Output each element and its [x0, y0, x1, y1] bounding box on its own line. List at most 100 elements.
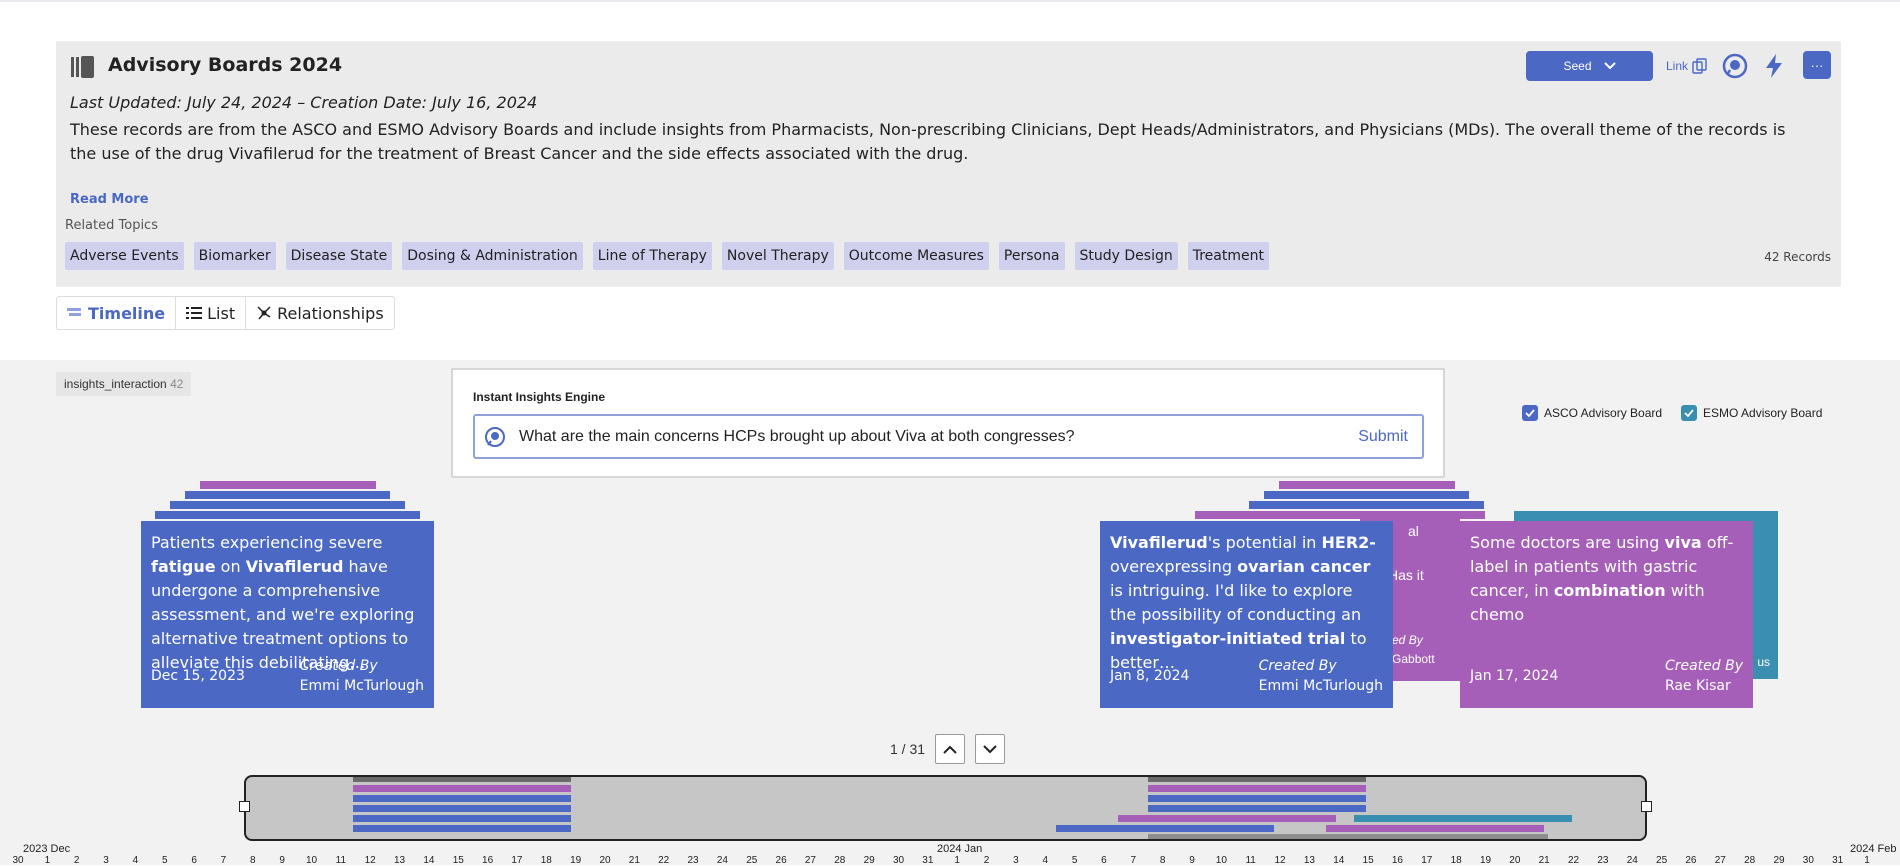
- axis-tick-label: 18: [540, 855, 552, 866]
- record-dates: Last Updated: July 24, 2024 – Creation D…: [70, 93, 538, 112]
- overview-bar: [1148, 795, 1366, 802]
- axis-tick-label: 6: [191, 855, 197, 866]
- previous-page-button[interactable]: [935, 734, 966, 764]
- topic-chip[interactable]: Biomarker: [193, 242, 276, 270]
- insight-creator: Created By Emmi McTurlough: [300, 656, 424, 696]
- axis-tick-label: 26: [775, 855, 787, 866]
- axis-tick-label: 24: [716, 855, 728, 866]
- axis-tick-label: 7: [1130, 855, 1137, 866]
- legend-label: ESMO Advisory Board: [1703, 406, 1823, 420]
- tab-timeline[interactable]: Timeline: [57, 297, 177, 329]
- topic-chip[interactable]: Outcome Measures: [843, 242, 989, 270]
- overview-bar: [353, 777, 571, 782]
- legend-item-asco[interactable]: ASCO Advisory Board: [1522, 405, 1662, 421]
- topic-chip[interactable]: Dosing & Administration: [402, 242, 583, 270]
- checkbox-checked-icon[interactable]: [1522, 405, 1538, 421]
- axis-tick-label: 24: [1626, 855, 1638, 866]
- stack-bar: [1264, 491, 1469, 499]
- seed-dropdown-button[interactable]: Seed: [1526, 51, 1653, 81]
- overview-bar: [1326, 825, 1544, 832]
- axis-tick-label: 28: [834, 855, 846, 866]
- link-copy-button[interactable]: Link: [1666, 58, 1708, 74]
- tab-relationships[interactable]: Relationships: [246, 297, 394, 329]
- axis-tick-label: 20: [1509, 855, 1521, 866]
- axis-tick-label: 22: [1567, 855, 1580, 866]
- overview-bar: [353, 785, 571, 792]
- topic-chip[interactable]: Persona: [998, 242, 1065, 270]
- stack-bar: [185, 491, 390, 499]
- collection-badge: insights_interaction 42: [56, 372, 192, 396]
- axis-tick-label: 23: [687, 855, 699, 866]
- created-by-label: Created By: [1258, 658, 1337, 674]
- axis-tick-label: 10: [305, 855, 318, 866]
- axis-tick-label: 10: [1215, 855, 1227, 866]
- more-options-button[interactable]: ···: [1803, 51, 1831, 79]
- axis-tick-label: 1: [44, 855, 51, 866]
- collection-header-card: Advisory Boards 2024 Last Updated: July …: [56, 41, 1841, 287]
- records-count: 42 Records: [1764, 250, 1831, 264]
- creator-name: Rae Kisar: [1664, 678, 1731, 694]
- related-topics-list: Adverse Events Biomarker Disease State D…: [65, 242, 1269, 270]
- topic-chip[interactable]: Treatment: [1187, 242, 1269, 270]
- axis-tick-label: 30: [12, 855, 24, 866]
- copy-icon: [1692, 58, 1707, 74]
- axis-tick-label: 9: [279, 855, 285, 866]
- stack-bar: [1279, 481, 1455, 489]
- tab-list[interactable]: List: [176, 297, 247, 329]
- insight-text: Some doctors are using viva off-label in…: [1470, 533, 1734, 624]
- ai-assistant-icon[interactable]: [1722, 53, 1748, 79]
- axis-tick-label: 17: [1421, 855, 1433, 866]
- axis-tick-label: 16: [1391, 855, 1403, 866]
- created-by-label: Created By: [299, 658, 378, 674]
- axis-month-label: 2023 Dec: [23, 843, 71, 855]
- axis-tick-label: 30: [1802, 855, 1814, 866]
- query-input[interactable]: [519, 427, 1359, 446]
- axis-tick-label: 17: [511, 855, 523, 866]
- axis-tick-label: 2: [983, 855, 990, 866]
- axis-tick-label: 26: [1685, 855, 1697, 866]
- stack-bar: [200, 481, 376, 489]
- axis-tick-label: 11: [1245, 855, 1256, 866]
- axis-month-label: 2024 Jan: [937, 843, 983, 855]
- lightning-icon[interactable]: [1764, 53, 1784, 79]
- axis-tick-label: 4: [1042, 855, 1049, 866]
- checkbox-checked-icon[interactable]: [1681, 405, 1697, 421]
- card-text-fragment: us: [1757, 655, 1770, 669]
- instant-insights-engine: Instant Insights Engine Submit: [451, 368, 1445, 478]
- overview-bar: [1148, 834, 1548, 839]
- topic-chip[interactable]: Line of Therapy: [592, 242, 712, 270]
- submit-button[interactable]: Submit: [1358, 428, 1408, 446]
- related-topics-label: Related Topics: [65, 218, 158, 233]
- read-more-link[interactable]: Read More: [70, 192, 149, 207]
- insight-card[interactable]: Patients experiencing severe fatigue on …: [141, 521, 434, 708]
- insight-card[interactable]: Some doctors are using viva off-label in…: [1460, 521, 1753, 708]
- insight-card[interactable]: Vivafilerud's potential in HER2- overexp…: [1100, 521, 1393, 708]
- created-by-label: Created By: [1664, 658, 1743, 674]
- network-icon: [257, 306, 271, 320]
- axis-tick-label: 2: [73, 855, 80, 866]
- topic-chip[interactable]: Novel Therapy: [721, 242, 834, 270]
- legend-item-esmo[interactable]: ESMO Advisory Board: [1681, 405, 1822, 421]
- list-icon: [186, 307, 203, 319]
- axis-tick-label: 3: [1013, 855, 1019, 866]
- axis-tick-label: 15: [1362, 855, 1374, 866]
- timeline-range-selector[interactable]: [244, 775, 1647, 841]
- axis-tick-label: 8: [250, 855, 256, 866]
- tab-label: List: [207, 303, 236, 323]
- chevron-down-icon: [1603, 62, 1616, 70]
- topic-chip[interactable]: Adverse Events: [65, 242, 184, 270]
- chevron-up-icon: [943, 745, 957, 754]
- axis-tick-label: 1: [1864, 855, 1870, 866]
- axis-tick-label: 11: [335, 855, 347, 866]
- topic-chip[interactable]: Study Design: [1074, 242, 1178, 270]
- axis-tick-label: 19: [1479, 855, 1492, 866]
- range-start-handle[interactable]: [239, 801, 250, 812]
- chevron-down-icon: [983, 744, 997, 753]
- axis-tick-label: 8: [1159, 855, 1166, 866]
- insight-date: Dec 15, 2023: [151, 668, 245, 684]
- topic-chip[interactable]: Disease State: [285, 242, 393, 270]
- range-end-handle[interactable]: [1641, 801, 1652, 812]
- timeline-icon: [67, 308, 81, 316]
- axis-tick-label: 29: [863, 855, 875, 866]
- next-page-button[interactable]: [975, 734, 1006, 764]
